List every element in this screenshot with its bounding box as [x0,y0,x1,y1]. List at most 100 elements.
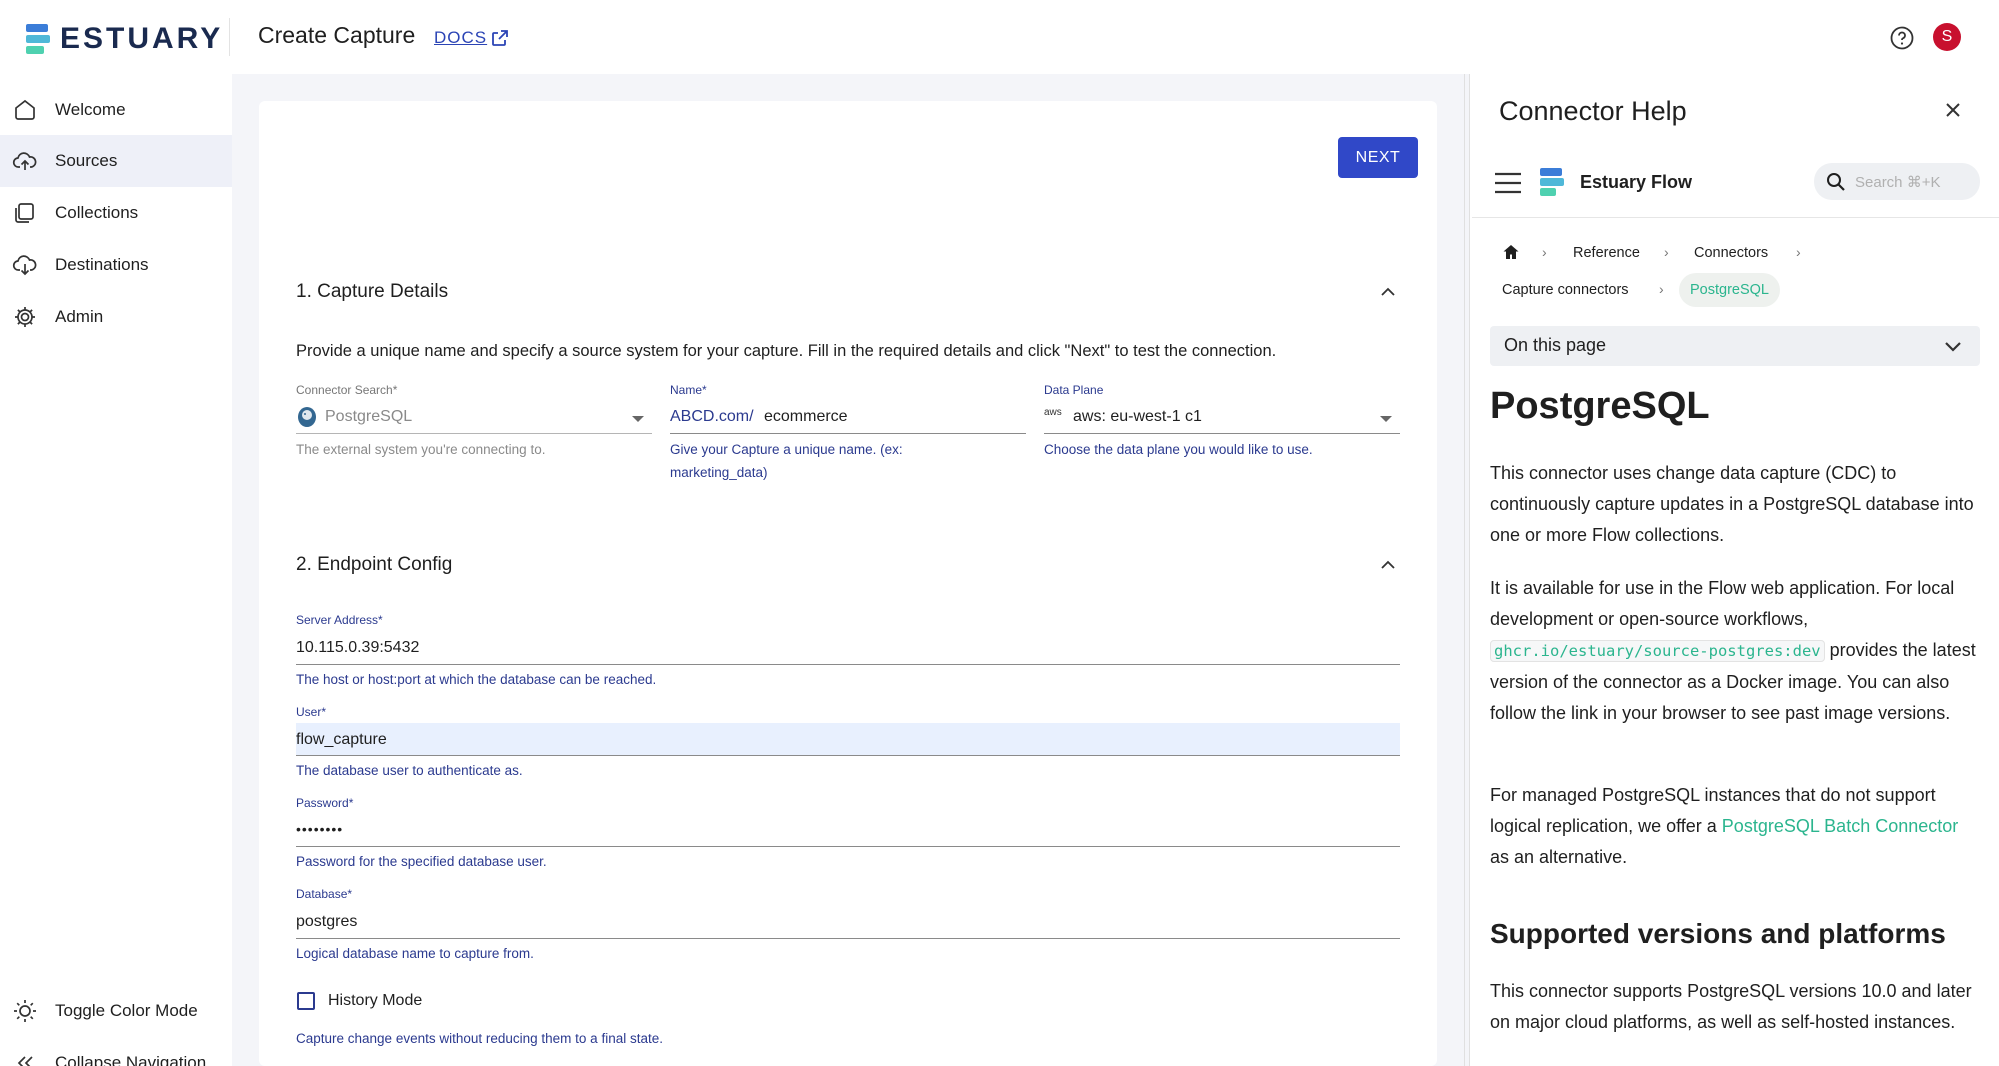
name-prefix: ABCD.com/ [670,408,754,425]
password-label: Password* [296,796,354,810]
sidebar-item-welcome[interactable]: Welcome [0,84,232,136]
caret-down-icon[interactable] [632,416,644,422]
database-input[interactable]: postgres [296,913,357,931]
connector-search-underline [296,433,652,434]
user-input[interactable]: flow_capture [296,731,387,749]
toggle-color-mode-button[interactable]: Toggle Color Mode [0,985,232,1037]
connector-search-helper: The external system you're connecting to… [296,442,546,457]
database-underline [296,938,1400,939]
cloud-upload-icon [12,152,37,170]
close-icon[interactable] [1943,100,1963,120]
doc-subheading: Supported versions and platforms [1490,918,1946,949]
docs-search-placeholder: Search ⌘+K [1855,174,1941,191]
caret-down-icon[interactable] [1380,416,1392,422]
on-this-page-label: On this page [1504,335,1607,355]
user-input-background [296,723,1400,756]
chevron-up-icon[interactable] [1378,282,1398,302]
sidebar-item-label: Collections [55,203,139,222]
connector-help-title: Connector Help [1499,96,1687,126]
connector-search-input[interactable]: PostgreSQL [325,408,412,426]
postgresql-logo-icon [298,407,316,427]
user-helper: The database user to authenticate as. [296,763,523,778]
hamburger-menu-icon[interactable] [1493,171,1523,195]
breadcrumb-separator: › [1542,244,1547,260]
home-icon[interactable] [1502,243,1520,261]
search-icon [1827,173,1845,191]
estuary-flow-brand[interactable]: Estuary Flow [1580,172,1692,193]
docs-link[interactable]: DOCS [434,28,487,48]
sidebar-item-destinations[interactable]: Destinations [0,239,232,291]
breadcrumb-connectors[interactable]: Connectors [1694,245,1768,261]
doc-heading: PostgreSQL [1490,385,1710,427]
breadcrumb-reference[interactable]: Reference [1573,245,1640,261]
home-icon [15,99,35,120]
page-title: Create Capture [258,22,416,48]
server-address-label: Server Address* [296,613,383,627]
sidebar-item-label: Sources [55,151,118,170]
sidebar-item-collections[interactable]: Collections [0,187,232,239]
collections-icon [15,203,34,223]
history-mode-checkbox[interactable] [297,992,315,1010]
gear-icon [15,307,35,327]
name-underline [670,433,1026,434]
chevron-up-icon[interactable] [1378,555,1398,575]
endpoint-config-title: 2. Endpoint Config [296,554,453,575]
breadcrumb-postgresql: PostgreSQL [1679,273,1780,307]
password-input[interactable]: •••••••• [296,821,343,837]
estuary-flow-logo-icon [1540,168,1564,196]
form-card [259,101,1437,1066]
data-plane-select[interactable]: aws: eu-west-1 c1 [1073,408,1202,426]
name-label: Name* [670,383,707,397]
panel-divider-line [1472,217,1999,218]
estuary-logo[interactable]: ESTUARY [26,22,223,56]
capture-details-description: Provide a unique name and specify a sour… [296,342,1277,360]
name-helper-line1: Give your Capture a unique name. (ex: [670,442,903,457]
next-button[interactable]: NEXT [1338,137,1418,178]
breadcrumb-separator: › [1796,244,1801,260]
avatar[interactable]: S [1933,23,1961,51]
sun-icon [14,1000,36,1022]
toggle-color-mode-label: Toggle Color Mode [55,1001,198,1020]
doc-paragraph: This connector supports PostgreSQL versi… [1490,981,1972,1032]
name-input[interactable]: ecommerce [764,408,848,426]
connector-search-label: Connector Search* [296,383,398,397]
sidebar-item-label: Welcome [55,100,126,119]
server-address-input[interactable]: 10.115.0.39:5432 [296,639,419,657]
doc-paragraph: It is available for use in the Flow web … [1490,578,1976,723]
estuary-logo-icon [26,24,52,54]
database-label: Database* [296,887,353,901]
cloud-download-icon [12,255,37,276]
docker-image-code: ghcr.io/estuary/source-postgres:dev [1490,640,1825,662]
breadcrumb-separator: › [1659,281,1664,297]
history-mode-helper: Capture change events without reducing t… [296,1031,663,1046]
external-link-icon[interactable] [490,28,510,48]
server-address-underline [296,664,1400,665]
sidebar-item-label: Destinations [55,255,149,274]
chevron-down-icon [1945,342,1961,352]
sidebar-item-sources[interactable]: Sources [0,135,232,187]
breadcrumb-capture-connectors[interactable]: Capture connectors [1502,282,1629,298]
sidebar-item-admin[interactable]: Admin [0,291,232,343]
password-underline [296,846,1400,847]
sidebar: Welcome Sources Collections Destinations… [0,74,232,1066]
data-plane-underline [1044,433,1400,434]
capture-details-title: 1. Capture Details [296,281,449,302]
estuary-logo-text: ESTUARY [60,22,224,55]
help-icon[interactable] [1889,25,1915,51]
history-mode-label: History Mode [328,992,423,1009]
top-bar: ESTUARY Create Capture DOCS S [0,0,1999,74]
sidebar-item-label: Admin [55,307,104,326]
collapse-navigation-button[interactable]: Collapse Navigation [0,1037,232,1066]
collapse-navigation-label: Collapse Navigation [55,1053,207,1066]
user-underline [296,755,1400,756]
user-label: User* [296,705,327,719]
doc-paragraph: For managed PostgreSQL instances that do… [1490,785,1959,867]
doc-paragraph: This connector uses change data capture … [1490,463,1974,545]
password-helper: Password for the specified database user… [296,854,547,869]
postgresql-batch-connector-link[interactable]: PostgreSQL Batch Connector [1722,816,1958,836]
data-plane-helper: Choose the data plane you would like to … [1044,442,1313,457]
header-divider [229,18,230,56]
double-chevron-left-icon [17,1056,33,1066]
database-helper: Logical database name to capture from. [296,946,534,961]
name-helper-line2: marketing_data) [670,465,768,480]
